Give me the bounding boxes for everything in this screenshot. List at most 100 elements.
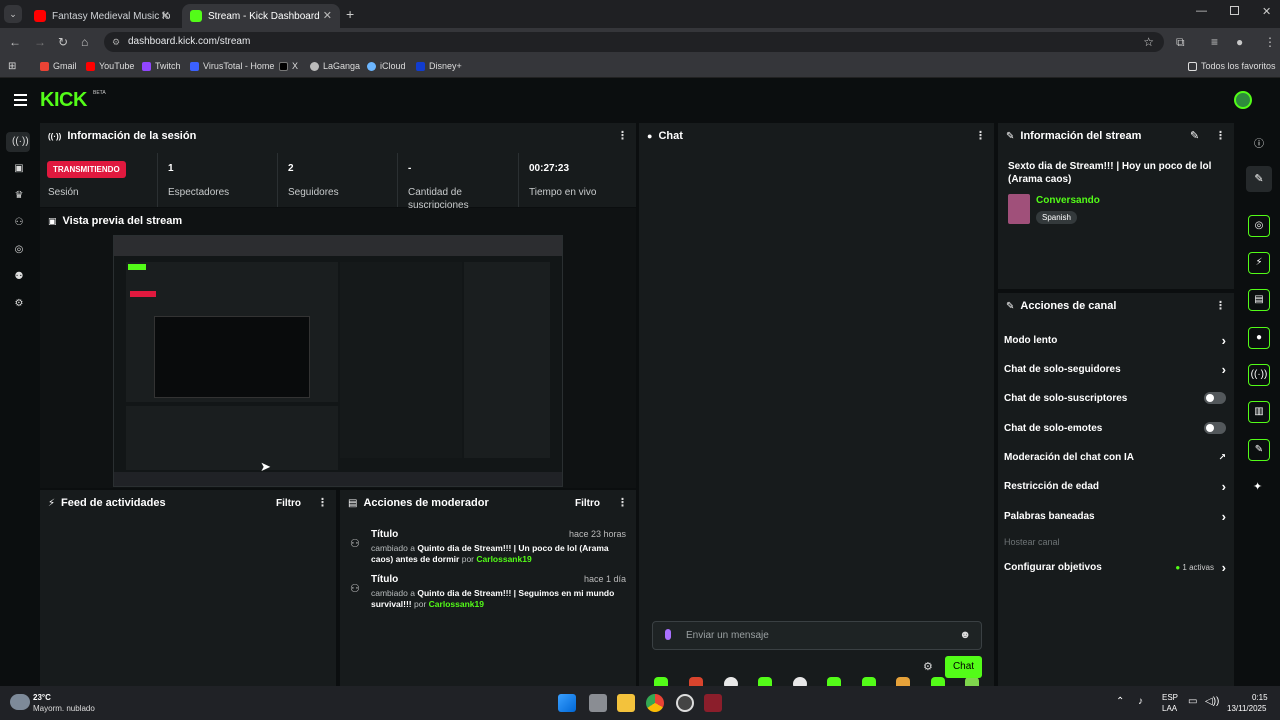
mic-tray-icon[interactable]: ♪ (1138, 696, 1143, 707)
session-menu-icon[interactable]: ⋮ (617, 129, 628, 142)
action-configure-goals[interactable]: Configurar objetivos ● 1 activas › (1004, 560, 1226, 575)
action-followers-only[interactable]: Chat de solo-seguidores › (1004, 362, 1226, 377)
emoji-icon[interactable]: ☻ (959, 629, 971, 641)
action-ai-moderation[interactable]: Moderación del chat con IA ↗ (1004, 452, 1226, 463)
chat-input[interactable]: Enviar un mensaje ☻ (652, 621, 982, 650)
mod-filter-button[interactable]: Filtro (575, 498, 600, 509)
close-tab-icon[interactable]: ✕ (161, 9, 170, 22)
weather-icon[interactable] (10, 694, 30, 710)
action-banned-words[interactable]: Palabras baneadas › (1004, 509, 1226, 524)
analytics-icon[interactable]: ▣ (12, 163, 26, 174)
site-info-icon[interactable]: ⚙ (112, 32, 120, 52)
action-slow-mode[interactable]: Modo lento › (1004, 333, 1226, 348)
feed-menu-icon[interactable]: ⋮ (317, 496, 328, 509)
channel-actions-menu-icon[interactable]: ⋮ (1215, 299, 1226, 312)
rail-layout-icon[interactable]: ▥ (1248, 401, 1270, 423)
wrench-icon: ✎ (1006, 300, 1015, 312)
bookmark-disney[interactable]: Disney+ (416, 61, 462, 71)
streaming-app-icon[interactable] (704, 694, 722, 712)
start-icon[interactable] (558, 694, 576, 712)
close-window-button[interactable]: ✕ (1262, 5, 1271, 18)
mod-menu-icon[interactable]: ⋮ (617, 496, 628, 509)
community-icon[interactable]: ⚇ (12, 217, 26, 228)
category-name[interactable]: Conversando (1036, 195, 1100, 206)
home-icon[interactable]: ⌂ (81, 35, 88, 49)
avatar[interactable] (1234, 91, 1252, 109)
maximize-button[interactable] (1230, 6, 1239, 15)
bookmark-icloud[interactable]: iCloud (367, 61, 406, 71)
clock-date[interactable]: 13/11/2025 (1227, 704, 1266, 713)
preview-title-row: ▣ Vista previa del stream (48, 215, 182, 227)
close-tab-icon[interactable]: ✕ (323, 9, 332, 22)
language-indicator[interactable]: ESP (1162, 693, 1178, 702)
bookmark-virustotal[interactable]: VirusTotal - Home (190, 61, 274, 71)
bookmark-youtube[interactable]: YouTube (86, 61, 134, 71)
new-tab-button[interactable]: + (346, 6, 354, 22)
apps-icon[interactable]: ⊞ (8, 61, 16, 72)
profile-icon[interactable]: ● (1236, 35, 1243, 49)
emotes-only-toggle[interactable] (1204, 422, 1226, 434)
all-bookmarks[interactable]: Todos los favoritos (1188, 61, 1276, 71)
info-icon[interactable]: ⓘ (1254, 135, 1264, 150)
action-age-restriction[interactable]: Restricción de edad › (1004, 479, 1226, 494)
tab-kick-dashboard[interactable]: Stream - Kick Dashboard ✕ (182, 4, 340, 28)
chrome-icon[interactable] (646, 694, 664, 712)
users-icon[interactable]: ⚉ (12, 271, 26, 282)
show-hidden-icons[interactable]: ⌃ (1116, 696, 1124, 707)
goals-active-badge: ● 1 activas (1175, 563, 1214, 572)
rail-moderation-icon[interactable]: ◎ (1248, 215, 1270, 237)
forward-icon[interactable]: → (34, 35, 46, 49)
stat-live-time: 00:27:23 Tiempo en vivo (519, 153, 636, 207)
chat-menu-icon[interactable]: ⋮ (975, 129, 986, 142)
recorder-icon[interactable] (676, 694, 694, 712)
rail-lightning-icon[interactable]: ⚡ (1248, 252, 1270, 274)
tab-music[interactable]: Fantasy Medieval Music for Foc ✕ (26, 4, 178, 28)
external-link-icon: ↗ (1218, 452, 1226, 462)
stream-info-title-row: ✎ Información del stream (1006, 130, 1141, 142)
rail-edit-active[interactable]: ✎ (1246, 166, 1272, 192)
clock-time[interactable]: 0:15 (1252, 693, 1268, 702)
task-view-icon[interactable] (589, 694, 607, 712)
stream-info-menu-icon[interactable]: ⋮ (1215, 129, 1226, 142)
hamburger-menu-icon[interactable] (14, 94, 27, 106)
chat-send-button[interactable]: Chat (945, 656, 982, 678)
stream-preview-video[interactable]: ➤ (113, 235, 563, 487)
network-icon[interactable]: ▭ (1188, 696, 1197, 707)
moderation-icon[interactable]: ◎ (12, 244, 26, 255)
bookmark-twitch[interactable]: Twitch (142, 61, 181, 71)
extensions-icon[interactable]: ⧉ (1176, 35, 1185, 50)
mic-icon[interactable] (665, 629, 671, 640)
bookmark-gmail[interactable]: Gmail (40, 61, 77, 71)
subs-only-toggle[interactable] (1204, 392, 1226, 404)
media-icon[interactable]: ≡ (1211, 35, 1218, 49)
volume-icon[interactable]: ◁)) (1205, 696, 1219, 707)
tab-list-button[interactable]: ⌄ (4, 5, 22, 23)
mod-user-link[interactable]: Carlossank19 (476, 554, 531, 564)
file-explorer-icon[interactable] (617, 694, 635, 712)
chat-settings-icon[interactable]: ⚙ (923, 660, 933, 673)
trophy-icon[interactable]: ♛ (12, 190, 26, 201)
preview-title: Vista previa del stream (62, 215, 183, 227)
mod-user-link[interactable]: Carlossank19 (429, 599, 484, 609)
minimize-button[interactable]: — (1196, 5, 1207, 17)
rail-broadcast-icon[interactable]: ((·)) (1248, 364, 1270, 386)
bookmark-star-icon[interactable]: ☆ (1143, 32, 1154, 52)
add-widget-icon[interactable]: ✦ (1253, 480, 1262, 493)
reload-icon[interactable]: ↻ (58, 35, 68, 49)
address-bar[interactable]: ⚙ dashboard.kick.com/stream ☆ (104, 32, 1164, 52)
rail-document-icon[interactable]: ▤ (1248, 289, 1270, 311)
settings-icon[interactable]: ⚙ (12, 298, 26, 309)
bookmark-laganga[interactable]: LaGanga (310, 61, 360, 71)
rail-wrench-icon[interactable]: ✎ (1248, 439, 1270, 461)
tab-label: Stream - Kick Dashboard (208, 10, 320, 22)
rail-chat-icon[interactable]: ● (1248, 327, 1270, 349)
menu-icon[interactable]: ⋮ (1264, 35, 1276, 49)
broadcast-icon: ((·)) (48, 131, 62, 141)
edit-pencil-icon[interactable]: ✎ (1190, 129, 1199, 142)
broadcast-icon[interactable]: ((·)) (12, 136, 29, 147)
bookmark-x[interactable]: X (279, 61, 298, 71)
status-badge: TRANSMITIENDO (47, 161, 126, 178)
kick-logo[interactable]: KICK (40, 89, 87, 112)
back-icon[interactable]: ← (9, 35, 21, 49)
feed-filter-button[interactable]: Filtro (276, 498, 301, 509)
